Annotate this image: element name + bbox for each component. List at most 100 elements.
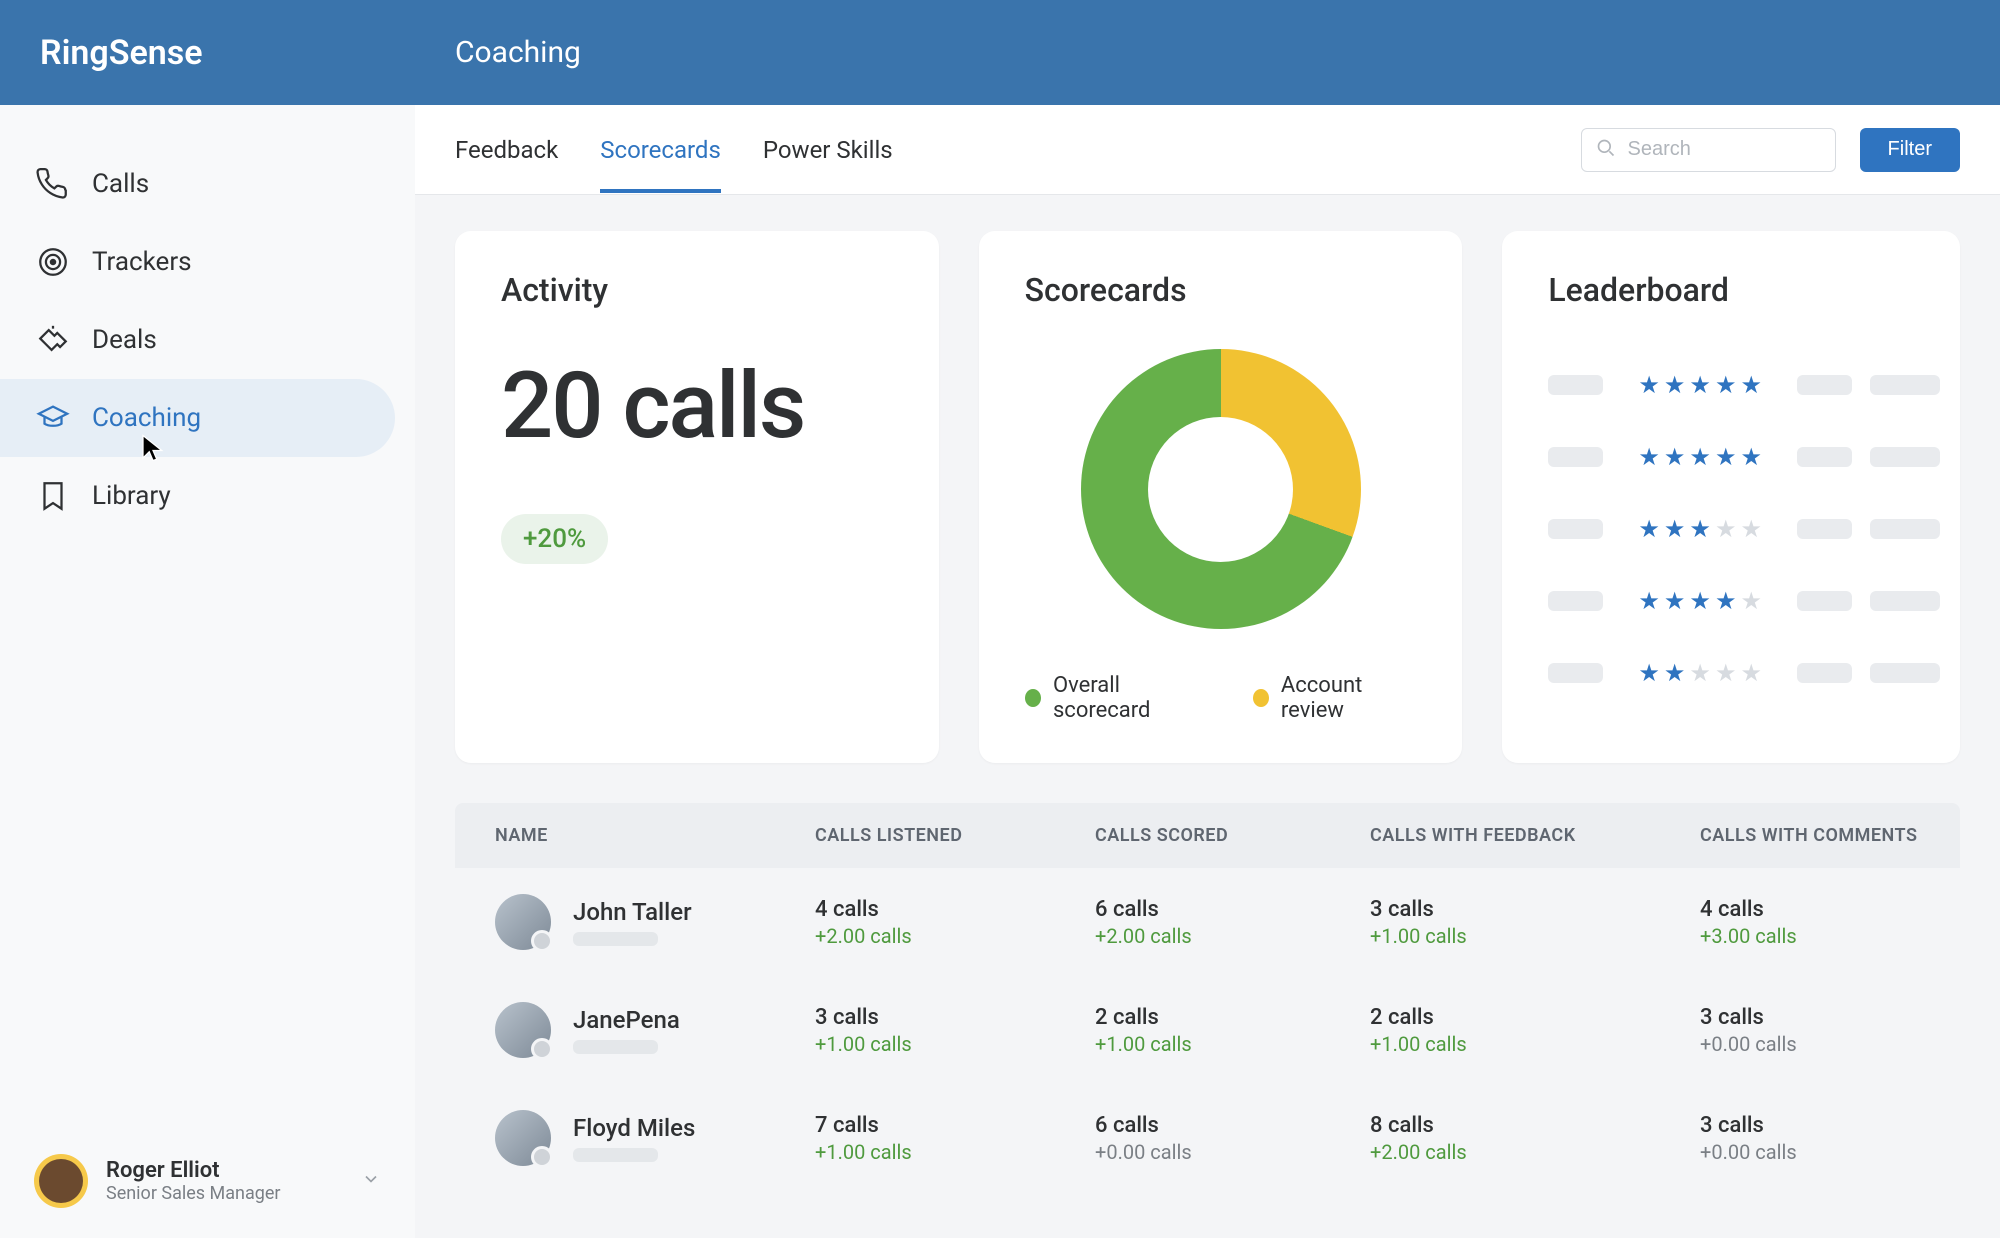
sidebar-item-calls[interactable]: Calls [0, 145, 415, 223]
star-icon: ★ [1740, 587, 1762, 615]
cell-listened: 7 calls+1.00 calls [815, 1113, 1095, 1164]
sidebar-item-deals[interactable]: Deals [0, 301, 415, 379]
cell-delta: +0.00 calls [1700, 1032, 1920, 1056]
target-icon [36, 245, 70, 279]
sidebar-item-label: Library [92, 481, 171, 511]
legend-account-review: Account review [1253, 673, 1417, 723]
leaderboard-card: Leaderboard ★★★★★★★★★★★★★★★★★★★★★★★★★ [1502, 231, 1960, 763]
legend-overall: Overall scorecard [1025, 673, 1207, 723]
sidebar-item-label: Trackers [92, 247, 192, 277]
cell-feedback: 8 calls+2.00 calls [1370, 1113, 1700, 1164]
placeholder-bar [1797, 591, 1852, 611]
leaderboard-row: ★★★★★ [1548, 493, 1940, 565]
star-icon: ★ [1740, 443, 1762, 471]
placeholder-bar [1797, 375, 1852, 395]
search-input-wrap[interactable] [1581, 128, 1836, 172]
tab-scorecards[interactable]: Scorecards [600, 108, 721, 192]
star-icon: ★ [1664, 659, 1686, 687]
star-icon: ★ [1689, 515, 1711, 543]
activity-delta: +20% [501, 514, 608, 564]
table-row[interactable]: Floyd Miles7 calls+1.00 calls6 calls+0.0… [455, 1084, 1960, 1192]
content-area: Activity 20 calls +20% Scorecards Overal… [415, 195, 2000, 1238]
name-cell: JanePena [495, 1002, 815, 1058]
cell-value: 2 calls [1370, 1005, 1700, 1030]
placeholder-bar [1870, 519, 1940, 539]
cell-value: 8 calls [1370, 1113, 1700, 1138]
avatar [495, 1110, 551, 1166]
star-icon: ★ [1689, 371, 1711, 399]
cell-delta: +0.00 calls [1700, 1140, 1920, 1164]
placeholder-bar [573, 1040, 658, 1054]
star-icon: ★ [1740, 371, 1762, 399]
search-input[interactable] [1628, 138, 1893, 161]
cell-listened: 4 calls+2.00 calls [815, 897, 1095, 948]
leaderboard-row: ★★★★★ [1548, 421, 1940, 493]
cell-listened: 3 calls+1.00 calls [815, 1005, 1095, 1056]
star-icon: ★ [1715, 659, 1737, 687]
cell-delta: +2.00 calls [1095, 924, 1370, 948]
sidebar-item-trackers[interactable]: Trackers [0, 223, 415, 301]
placeholder-bar [1870, 663, 1940, 683]
star-icon: ★ [1715, 443, 1737, 471]
cell-value: 2 calls [1095, 1005, 1370, 1030]
star-icon: ★ [1638, 587, 1660, 615]
cell-delta: +1.00 calls [1370, 924, 1700, 948]
cell-comments: 3 calls+0.00 calls [1700, 1113, 1920, 1164]
placeholder-bar [1870, 447, 1940, 467]
placeholder-bar [1548, 447, 1603, 467]
col-feedback: CALLS WITH FEEDBACK [1370, 825, 1700, 846]
cell-scored: 2 calls+1.00 calls [1095, 1005, 1370, 1056]
placeholder-bar [1870, 375, 1940, 395]
col-scored: CALLS SCORED [1095, 825, 1370, 846]
star-icon: ★ [1740, 515, 1762, 543]
table-row[interactable]: John Taller4 calls+2.00 calls6 calls+2.0… [455, 868, 1960, 976]
row-name: JanePena [573, 1006, 680, 1034]
cell-value: 3 calls [1700, 1005, 1920, 1030]
star-icon: ★ [1715, 515, 1737, 543]
activity-title: Activity [501, 271, 893, 309]
col-comments: CALLS WITH COMMENTS [1700, 825, 1920, 846]
cell-value: 4 calls [815, 897, 1095, 922]
graduation-icon [36, 401, 70, 435]
scorecards-title: Scorecards [1025, 271, 1417, 309]
tab-feedback[interactable]: Feedback [455, 108, 558, 192]
placeholder-bar [1548, 519, 1603, 539]
user-footer[interactable]: Roger Elliot Senior Sales Manager [0, 1124, 415, 1238]
name-cell: John Taller [495, 894, 815, 950]
top-bar: RingSense Coaching [0, 0, 2000, 105]
tab-power-skills[interactable]: Power Skills [763, 108, 893, 192]
cell-value: 6 calls [1095, 897, 1370, 922]
cell-value: 3 calls [1700, 1113, 1920, 1138]
leaderboard-row: ★★★★★ [1548, 637, 1940, 709]
table-header: NAME CALLS LISTENED CALLS SCORED CALLS W… [455, 803, 1960, 868]
cell-value: 6 calls [1095, 1113, 1370, 1138]
table-row[interactable]: JanePena 3 calls+1.00 calls2 calls+1.00 c… [455, 976, 1960, 1084]
star-icon: ★ [1715, 587, 1737, 615]
placeholder-bar [1797, 663, 1852, 683]
leaderboard-row: ★★★★★ [1548, 349, 1940, 421]
cell-delta: +1.00 calls [815, 1140, 1095, 1164]
cell-delta: +2.00 calls [815, 924, 1095, 948]
activity-value: 20 calls [501, 353, 893, 460]
star-rating: ★★★★★ [1621, 443, 1779, 471]
phone-icon [36, 167, 70, 201]
filter-button[interactable]: Filter [1860, 128, 1960, 172]
placeholder-bar [573, 932, 658, 946]
cell-value: 3 calls [1370, 897, 1700, 922]
star-icon: ★ [1715, 371, 1737, 399]
cell-scored: 6 calls+2.00 calls [1095, 897, 1370, 948]
star-icon: ★ [1638, 443, 1660, 471]
star-icon: ★ [1740, 659, 1762, 687]
sidebar-item-label: Deals [92, 325, 157, 355]
star-icon: ★ [1664, 515, 1686, 543]
user-name: Roger Elliot [106, 1158, 343, 1183]
sidebar-item-label: Coaching [92, 403, 201, 433]
star-rating: ★★★★★ [1621, 659, 1779, 687]
cell-feedback: 3 calls+1.00 calls [1370, 897, 1700, 948]
placeholder-bar [1548, 375, 1603, 395]
sidebar-item-library[interactable]: Library [0, 457, 415, 535]
col-name: NAME [495, 825, 815, 846]
star-icon: ★ [1664, 443, 1686, 471]
sidebar-item-coaching[interactable]: Coaching [0, 379, 395, 457]
sidebar-item-label: Calls [92, 169, 149, 199]
